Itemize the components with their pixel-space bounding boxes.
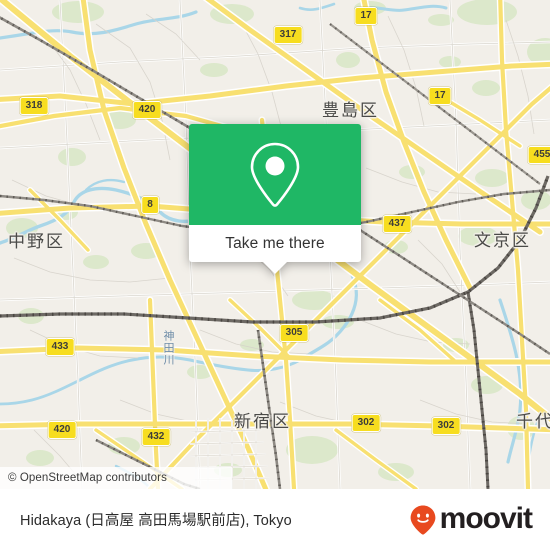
place-title: Hidakaya (日高屋 高田馬場駅前店), Tokyo bbox=[20, 513, 292, 529]
map-attribution[interactable]: © OpenStreetMap contributors bbox=[0, 467, 232, 489]
route-shield[interactable]: 455 bbox=[527, 146, 550, 164]
route-shield[interactable]: 8 bbox=[141, 196, 159, 214]
callout-button[interactable]: Take me there bbox=[189, 225, 361, 274]
route-shield[interactable]: 437 bbox=[382, 215, 412, 233]
location-pin-icon bbox=[250, 142, 300, 207]
route-shield[interactable]: 318 bbox=[19, 97, 49, 115]
footer-bar: Hidakaya (日高屋 高田馬場駅前店), Tokyo moovit bbox=[0, 489, 550, 550]
take-me-there-callout[interactable]: Take me there bbox=[189, 124, 361, 274]
moovit-map-share-card: 豊島区 文京区 中野区 新宿区 千代 神田川 17 317 318 420 17… bbox=[0, 0, 550, 550]
callout-button-label: Take me there bbox=[225, 234, 325, 252]
route-shield[interactable]: 432 bbox=[141, 428, 171, 446]
moovit-smiley-pin-icon bbox=[410, 505, 436, 535]
moovit-brand[interactable]: moovit bbox=[410, 501, 533, 535]
route-shield[interactable]: 305 bbox=[279, 324, 309, 342]
moovit-wordmark: moovit bbox=[439, 501, 533, 535]
route-shield[interactable]: 302 bbox=[431, 417, 461, 435]
route-shield[interactable]: 17 bbox=[428, 87, 452, 105]
attribution-text: © OpenStreetMap contributors bbox=[8, 472, 167, 484]
callout-icon-area bbox=[189, 124, 361, 225]
route-shield[interactable]: 420 bbox=[47, 421, 77, 439]
route-shield[interactable]: 433 bbox=[45, 338, 75, 356]
route-shield[interactable]: 420 bbox=[132, 101, 162, 119]
route-shield[interactable]: 317 bbox=[273, 26, 303, 44]
callout-tail bbox=[263, 262, 287, 274]
route-shield[interactable]: 302 bbox=[351, 414, 381, 432]
map-canvas[interactable]: 豊島区 文京区 中野区 新宿区 千代 神田川 17 317 318 420 17… bbox=[0, 0, 550, 489]
route-shield[interactable]: 17 bbox=[354, 7, 378, 25]
